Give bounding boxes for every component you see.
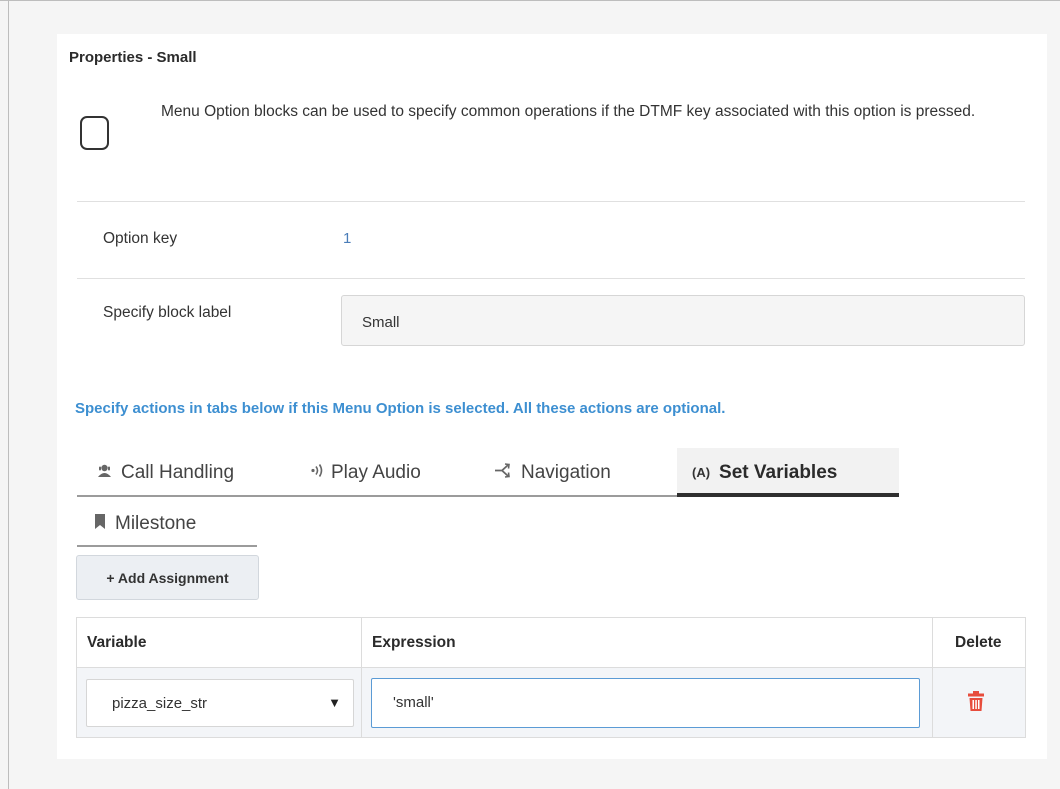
delete-icon[interactable]: [968, 691, 984, 711]
active-tab-indicator: [677, 493, 899, 497]
variable-select-value: pizza_size_str: [112, 695, 208, 712]
tab-play-audio[interactable]: Play Audio: [311, 452, 421, 493]
actions-hint: Specify actions in tabs below if this Me…: [75, 400, 726, 417]
tab-underline: [77, 545, 257, 547]
column-header-variable: Variable: [87, 633, 147, 651]
block-label-input[interactable]: Small: [341, 295, 1025, 346]
tab-call-handling[interactable]: Call Handling: [97, 452, 234, 493]
window-top-border: [0, 0, 1060, 1]
tab-label: Set Variables: [719, 461, 838, 483]
tab-set-variables[interactable]: (A) Set Variables: [692, 452, 837, 493]
bookmark-icon: [94, 514, 106, 533]
dropdown-caret-icon: ▼: [328, 695, 341, 710]
tab-navigation[interactable]: Navigation: [494, 452, 611, 493]
properties-panel: Properties - Small Menu Option blocks ca…: [57, 34, 1047, 759]
block-description: Menu Option blocks can be used to specif…: [161, 103, 976, 120]
block-label-input-value: Small: [362, 314, 400, 331]
column-header-delete: Delete: [955, 633, 1002, 651]
column-divider: [932, 618, 933, 737]
navigation-icon: [494, 463, 512, 482]
window-left-border: [8, 0, 9, 789]
divider: [77, 201, 1025, 202]
column-divider: [361, 618, 362, 737]
tab-label: Milestone: [115, 512, 197, 534]
assignments-table: Variable Expression Delete pizza_size_st…: [76, 617, 1026, 738]
add-assignment-button[interactable]: + Add Assignment: [76, 555, 259, 600]
tab-label: Navigation: [521, 461, 611, 483]
option-key-value: 1: [343, 230, 352, 247]
block-label-label: Specify block label: [103, 304, 232, 321]
table-row: pizza_size_str ▼ 'small': [77, 668, 1025, 737]
audio-icon: [311, 463, 325, 482]
column-header-expression: Expression: [372, 633, 456, 651]
expression-input[interactable]: 'small': [371, 678, 920, 728]
variables-icon: (A): [692, 465, 711, 480]
variable-select[interactable]: pizza_size_str ▼: [86, 679, 354, 727]
panel-title: Properties - Small: [69, 49, 197, 66]
expression-input-value: 'small': [393, 694, 434, 711]
option-key-label: Option key: [103, 230, 178, 247]
menu-option-block-icon: [80, 116, 109, 150]
divider: [77, 278, 1025, 279]
tab-label: Play Audio: [331, 461, 421, 483]
call-handling-icon: [97, 463, 112, 482]
tab-milestone[interactable]: Milestone: [94, 503, 196, 544]
tab-label: Call Handling: [121, 461, 235, 483]
